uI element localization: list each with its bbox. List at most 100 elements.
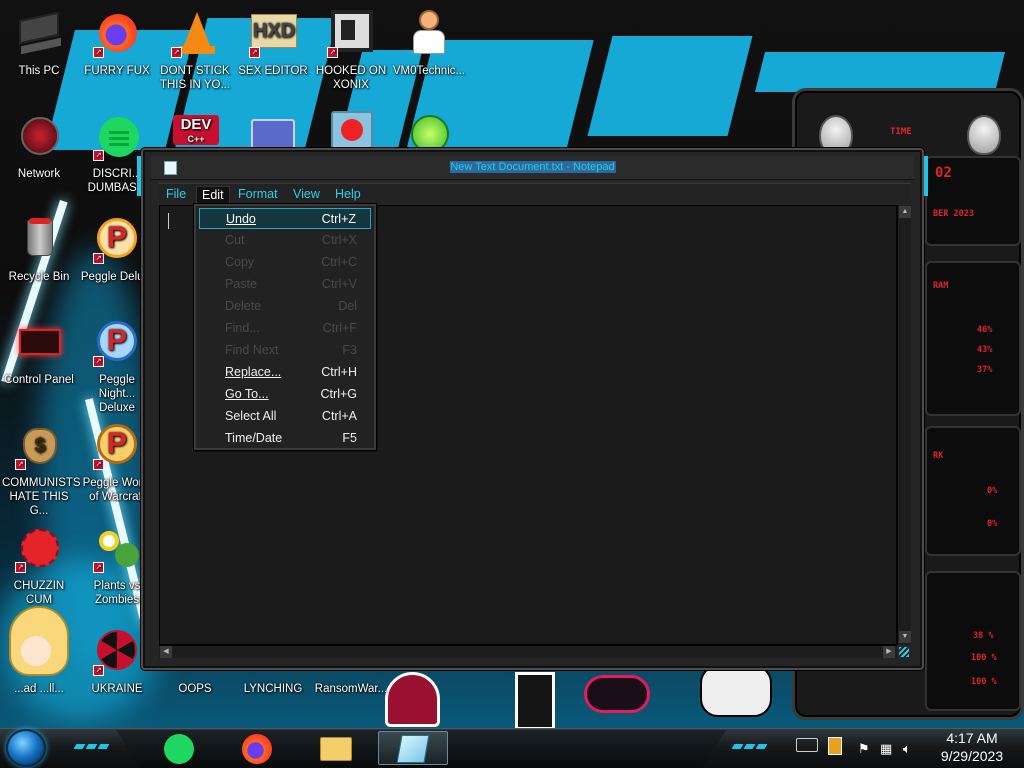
taskbar-clock[interactable]: 4:17 AM 9/29/2023 [930, 728, 1014, 768]
shortcut-arrow-icon: ↗ [249, 47, 260, 58]
money-bag-icon: $ ↗ [15, 422, 63, 470]
desktop-icon-sex-editor[interactable]: HXD ↗ SEX EDITOR [234, 2, 312, 94]
gadget-pct-7: 100 % [971, 653, 997, 663]
text-caret [168, 213, 169, 229]
scroll-up-arrow-icon[interactable]: ▲ [899, 206, 911, 218]
taskbar-notepad[interactable] [378, 731, 448, 765]
desktop-icon-xmas-app[interactable] [312, 105, 390, 149]
gadget-header: TIME [890, 127, 912, 137]
horizontal-scrollbar[interactable]: ◀ ▶ [159, 645, 897, 658]
scroll-right-arrow-icon[interactable]: ▶ [883, 646, 895, 658]
taskbar-accent-left [73, 738, 111, 749]
menu-format[interactable]: Format [233, 186, 283, 204]
gadget-pct-3: 37% [977, 365, 993, 375]
shortcut-arrow-icon: ↗ [93, 47, 104, 58]
shortcut-arrow-icon: ↗ [327, 47, 338, 58]
taskbar-file-explorer[interactable] [316, 731, 356, 765]
gadget-mem-label: RK [933, 451, 944, 461]
menu-view[interactable]: View [288, 186, 325, 204]
pvz-icon: ↗ [93, 525, 141, 573]
gadget-pct-6: 38 % [973, 631, 994, 641]
menu-item-replace[interactable]: Replace... Ctrl+H [199, 362, 371, 383]
dev-badge-sub: C++ [187, 134, 205, 144]
frame-accent [137, 156, 141, 196]
chat-app-icon: ↗ [93, 113, 141, 161]
menu-item-undo[interactable]: Undo Ctrl+Z [199, 208, 371, 229]
peggle-nights-icon: P ↗ [93, 319, 141, 367]
menu-help[interactable]: Help [330, 186, 366, 204]
scroll-left-arrow-icon[interactable]: ◀ [160, 646, 172, 658]
desktop-icon-character[interactable]: ...ad ...ll... [0, 606, 78, 712]
desktop-icon-vm0technic[interactable]: VM0Technic... [390, 2, 468, 94]
keyboard-icon[interactable] [796, 738, 818, 752]
shortcut-arrow-icon: ↗ [93, 562, 104, 573]
computer-icon [15, 10, 63, 58]
doctor-icon [405, 10, 453, 58]
desktop-icon-this-pc[interactable]: This PC [0, 2, 78, 94]
shortcut-arrow-icon: ↗ [15, 459, 26, 470]
chuzzle-icon: ↗ [15, 525, 63, 573]
chat-app-icon [164, 734, 194, 764]
desktop-icon-control-panel[interactable]: Control Panel [0, 311, 78, 403]
menu-item-cut: Cut Ctrl+X [225, 233, 357, 247]
gadget-pct-2: 43% [977, 345, 993, 355]
vertical-scrollbar[interactable]: ▲ ▼ [897, 205, 911, 645]
menu-item-copy: Copy Ctrl+C [225, 255, 357, 269]
shortcut-arrow-icon: ↗ [15, 562, 26, 573]
desktop-icon-dont-stick[interactable]: ↗ DONT STICK THIS IN YO... [156, 2, 234, 94]
shortcut-arrow-icon: ↗ [93, 150, 104, 161]
shortcut-arrow-icon: ↗ [93, 253, 104, 264]
gadget-pct-5: 0% [987, 519, 998, 529]
clock-time: 4:17 AM [946, 730, 998, 746]
hxd-editor-icon: HXD ↗ [249, 10, 297, 58]
taskbar-firefox[interactable] [238, 731, 278, 765]
firefox-icon [242, 734, 272, 764]
frame-accent [924, 156, 928, 196]
desktop-icon-card-app[interactable] [234, 105, 312, 149]
taskbar-chat-app[interactable] [160, 731, 200, 765]
file-explorer-icon [320, 737, 352, 761]
menu-item-time-date[interactable]: Time/Date F5 [199, 428, 371, 449]
start-button[interactable] [6, 729, 46, 767]
window-title: New Text Document.txt - Notepad [449, 161, 616, 173]
gadget-cpu-label: RAM [933, 281, 949, 291]
desktop-icon-communists[interactable]: $ ↗ COMMUNISTS HATE THIS G... [0, 414, 81, 517]
resize-grip-icon[interactable] [899, 647, 909, 657]
menu-bar: File Edit Format View Help [159, 183, 911, 204]
menu-item-select-all[interactable]: Select All Ctrl+A [199, 406, 371, 427]
notepad-icon[interactable] [164, 161, 177, 175]
peggle-wow-icon: P ↗ [93, 422, 141, 470]
menu-item-paste: Paste Ctrl+V [225, 277, 357, 291]
menu-edit[interactable]: Edit [196, 186, 230, 204]
shortcut-arrow-icon: ↗ [93, 665, 104, 676]
desktop-icon-hooked-on-xonix[interactable]: ↗ HOOKED ON XONIX [312, 2, 390, 94]
desktop-icon-recycle-bin[interactable]: Recycle Bin [0, 208, 78, 300]
recycle-bin-icon [15, 216, 63, 264]
menu-item-find: Find... Ctrl+F [225, 321, 357, 335]
taskbar-accent-right [731, 738, 769, 749]
menu-item-go-to[interactable]: Go To... Ctrl+G [199, 384, 371, 405]
character-icon [9, 606, 69, 676]
alien-head-icon [967, 115, 1001, 155]
gadget-pct-4: 0% [987, 486, 998, 496]
menu-file[interactable]: File [161, 186, 191, 204]
clock-date: 9/29/2023 [940, 748, 1004, 764]
desktop-icon-chuzzin[interactable]: ↗ CHUZZIN CUM [0, 517, 78, 609]
network-icon[interactable]: ▦ [880, 741, 892, 757]
menu-item-find-next: Find Next F3 [225, 343, 357, 357]
xonix-game-icon: ↗ [327, 10, 375, 58]
scroll-down-arrow-icon[interactable]: ▼ [899, 631, 911, 643]
desktop-icon-network[interactable]: Network [0, 105, 78, 197]
vlc-cone-icon: ↗ [171, 10, 219, 58]
shortcut-arrow-icon: ↗ [93, 356, 104, 367]
desktop-icon-lime-app[interactable] [390, 105, 468, 153]
volume-icon[interactable]: 🔈︎ [903, 741, 911, 757]
flag-icon[interactable]: ⚑ [858, 741, 870, 757]
gadget-pct-1: 46% [977, 325, 993, 335]
desktop-icon-furry-fux[interactable]: ↗ FURRY FUX [78, 2, 156, 94]
peggle-icon: P ↗ [93, 216, 141, 264]
shortcut-arrow-icon: ↗ [171, 47, 182, 58]
edit-menu-dropdown: Undo Ctrl+Z Cut Ctrl+X Copy Ctrl+C Paste… [194, 204, 376, 450]
desktop-icon-dev-cpp[interactable]: DEV C++ ↗ [156, 105, 234, 159]
language-icon[interactable] [828, 737, 842, 755]
